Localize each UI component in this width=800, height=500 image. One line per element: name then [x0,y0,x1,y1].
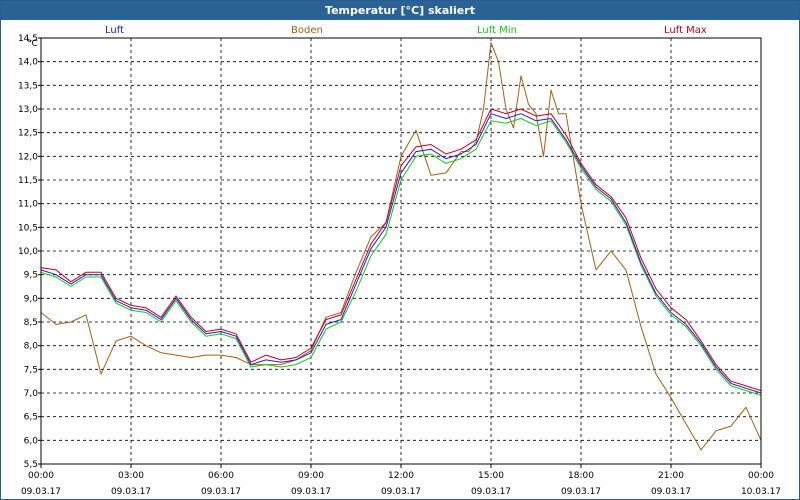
x-tick-date: 09.03.17 [21,487,61,497]
x-tick-date: 09.03.17 [471,487,511,497]
x-tick-time: 21:00 [658,471,684,481]
x-axis-ticks: 00:00 09.03.17 03:00 09.03.17 06:00 09.03.17 0… [21,464,781,497]
y-tick-label: 7,5 [24,365,38,375]
x-tick-date: 09.03.17 [561,487,601,497]
x-tick-time: 00:00 [748,471,774,481]
x-tick-time: 00:00 [28,471,54,481]
y-tick-label: 10,0 [18,247,38,257]
y-tick-label: 5,5 [24,460,38,470]
x-tick-date: 09.03.17 [651,487,691,497]
y-tick-label: 8,5 [24,318,38,328]
x-tick-date: 09.03.17 [111,487,151,497]
y-tick-label: 11,0 [18,200,38,210]
y-tick-label: 10,5 [18,223,38,233]
y-tick-label: 6,5 [24,413,38,423]
y-tick-label: 12,0 [18,152,38,162]
y-tick-label: 13,5 [18,81,38,91]
y-tick-label: 8,0 [24,342,39,352]
x-tick-date: 09.03.17 [381,487,421,497]
y-axis-ticks: 5,5 6,0 6,5 7,0 7,5 8,0 8,5 9,0 9,5 10,0 10,5 11,0 1… [18,34,41,470]
x-tick-time: 03:00 [118,471,144,481]
y-tick-label: 11,5 [18,176,38,186]
x-tick-date: 09.03.17 [291,487,331,497]
x-tick-time: 06:00 [208,471,234,481]
x-tick-date: 10.03.17 [741,487,781,497]
grid-lines [41,38,761,464]
y-axis-unit: °C [27,39,38,49]
y-tick-label: 9,0 [24,294,39,304]
x-tick-time: 12:00 [388,471,414,481]
plot-area: 5,5 6,0 6,5 7,0 7,5 8,0 8,5 9,0 9,5 10,0 10,5 11,0 1… [18,34,781,497]
y-tick-label: 12,5 [18,129,38,139]
x-tick-date: 09.03.17 [201,487,241,497]
chart-window: Temperatur [°C] skaliert Luft Boden Luft… [0,0,800,500]
y-tick-label: 9,5 [24,271,38,281]
x-tick-time: 18:00 [568,471,594,481]
y-tick-label: 7,0 [24,389,39,399]
y-tick-label: 14,0 [18,58,38,68]
x-tick-time: 15:00 [478,471,504,481]
x-tick-time: 09:00 [298,471,324,481]
y-tick-label: 13,0 [18,105,38,115]
y-tick-label: 6,0 [24,436,39,446]
